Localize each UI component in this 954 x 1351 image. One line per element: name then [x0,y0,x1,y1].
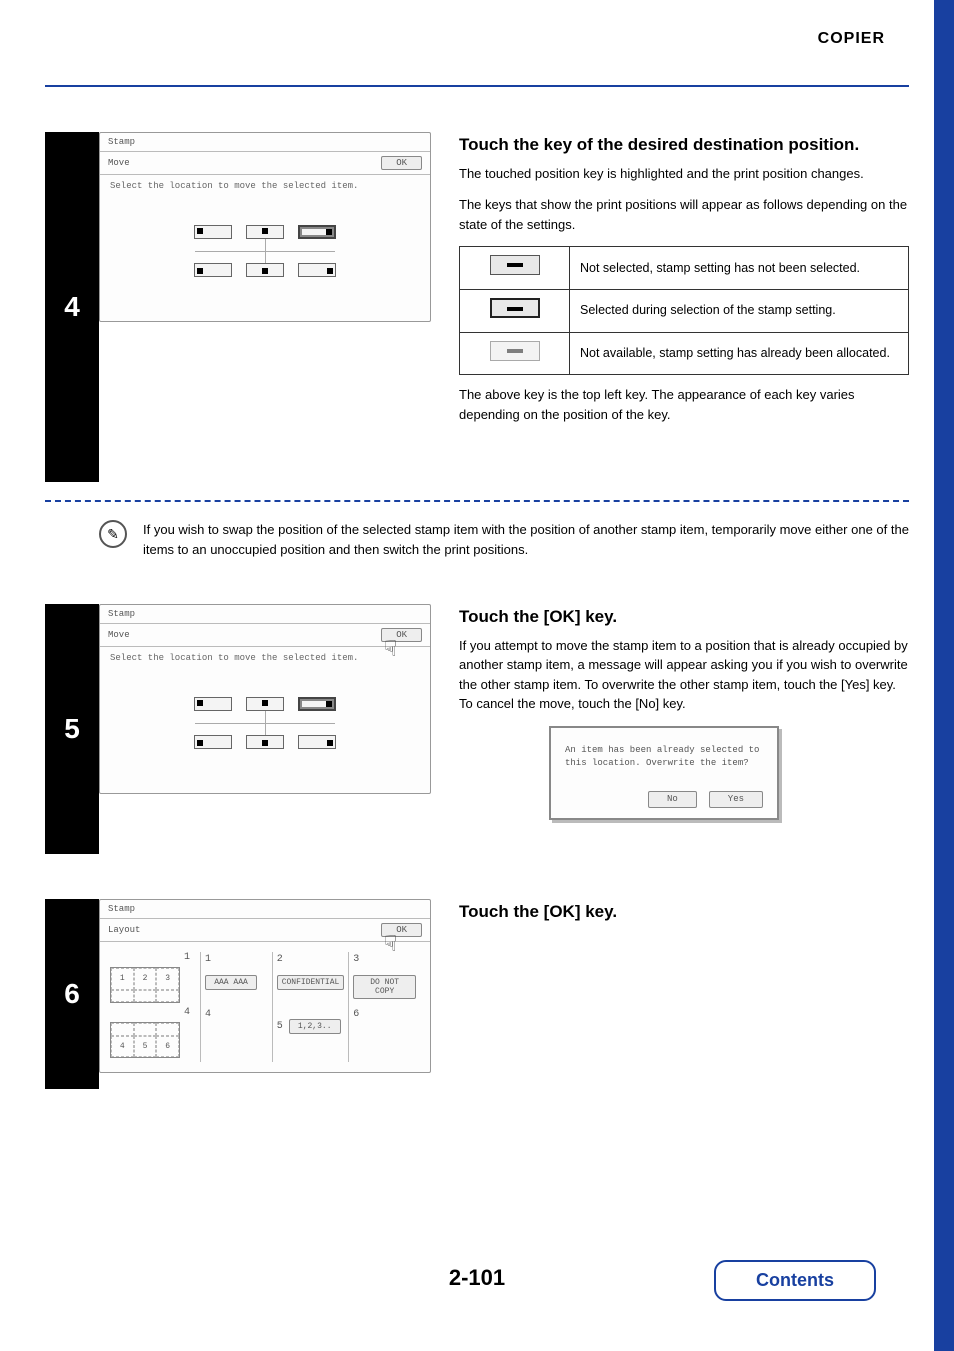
pos-bottom-right[interactable] [298,263,336,277]
step5-body: If you attempt to move the stamp item to… [459,636,909,714]
layout-cell-3[interactable]: 3 DO NOT COPY [348,952,420,1007]
panel-prompt: Select the location to move the selected… [110,653,420,663]
pos-top-center[interactable] [246,225,284,239]
panel-subtitle: Layout [108,925,140,935]
layout-cell-6[interactable]: 6 [348,1007,420,1062]
layout-btn-3[interactable]: DO NOT COPY [353,975,416,999]
step-number: 6 [45,899,99,1089]
state1-text: Not selected, stamp setting has not been… [570,247,909,290]
step-4: 4 Stamp Move OK Select the location to m… [45,132,909,482]
ok-button[interactable]: OK [381,156,422,170]
layout-cell-5[interactable]: 5 1,2,3.. [272,1007,349,1062]
header-rule [45,85,909,87]
note-text: If you wish to swap the position of the … [143,520,909,559]
note-icon: ✎ [99,520,127,548]
panel-prompt: Select the location to move the selected… [110,181,420,191]
key-icon-selected [490,298,540,318]
layout-panel: Stamp Layout OK ☟ 1 123 4 456 1 [99,899,431,1073]
layout-btn-1[interactable]: AAA AAA [205,975,257,990]
pos-bottom-right[interactable] [298,735,336,749]
step-number: 5 [45,604,99,854]
layout-cell-4[interactable]: 4 [200,1007,272,1062]
step5-title: Touch the [OK] key. [459,604,909,630]
panel-subtitle: Move [108,630,130,640]
contents-button[interactable]: Contents [714,1260,876,1301]
pos-bottom-center[interactable] [246,263,284,277]
panel-title: Stamp [108,609,135,619]
panel-subtitle: Move [108,158,130,168]
pos-bottom-center[interactable] [246,735,284,749]
move-panel: Stamp Move OK Select the location to mov… [99,132,431,322]
pos-top-left[interactable] [194,697,232,711]
overwrite-dialog: An item has been already selected to thi… [549,726,779,821]
step4-footer: The above key is the top left key. The a… [459,385,909,424]
layout-preview: 1 123 4 456 [110,952,190,1062]
state2-text: Selected during selection of the stamp s… [570,289,909,332]
side-bar [934,0,954,1351]
pos-top-left[interactable] [194,225,232,239]
layout-cell-2[interactable]: 2 CONFIDENTIAL [272,952,349,1007]
state-table: Not selected, stamp setting has not been… [459,246,909,375]
section-title: COPIER [818,30,885,48]
panel-title: Stamp [108,904,135,914]
step4-p2: The keys that show the print positions w… [459,195,909,234]
pos-bottom-left[interactable] [194,735,232,749]
header: COPIER [45,30,909,60]
step-number: 4 [45,132,99,482]
dashed-divider [45,500,909,502]
layout-btn-2[interactable]: CONFIDENTIAL [277,975,345,990]
panel-title: Stamp [108,137,135,147]
no-button[interactable]: No [648,791,697,809]
layout-btn-5[interactable]: 1,2,3.. [289,1019,341,1034]
step6-title: Touch the [OK] key. [459,899,909,925]
step4-title: Touch the key of the desired destination… [459,132,909,158]
note-row: ✎ If you wish to swap the position of th… [45,520,909,559]
state3-text: Not available, stamp setting has already… [570,332,909,375]
step4-p1: The touched position key is highlighted … [459,164,909,184]
key-icon-unavailable [490,341,540,361]
dialog-msg2: this location. Overwrite the item? [565,757,763,771]
layout-cell-1[interactable]: 1 AAA AAA [200,952,272,1007]
move-panel: Stamp Move OK ☟ Select the location to m… [99,604,431,794]
step-6: 6 Stamp Layout OK ☟ 1 123 4 456 [45,899,909,1089]
key-icon-unselected [490,255,540,275]
pos-top-center[interactable] [246,697,284,711]
pos-bottom-left[interactable] [194,263,232,277]
yes-button[interactable]: Yes [709,791,763,809]
hand-cursor-icon: ☟ [384,637,412,665]
pos-top-right[interactable] [298,697,336,711]
pos-top-right[interactable] [298,225,336,239]
step-5: 5 Stamp Move OK ☟ Select the location to… [45,604,909,854]
dialog-msg1: An item has been already selected to [565,744,763,758]
